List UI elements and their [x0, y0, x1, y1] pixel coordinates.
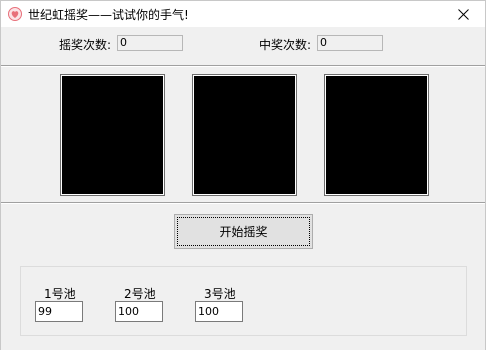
- start-spin-button[interactable]: 开始摇奖: [174, 214, 313, 249]
- win-count-label: 中奖次数:: [259, 38, 312, 52]
- top-separator: [1, 65, 485, 67]
- app-window: 世纪虹摇奖——试试你的手气! 摇奖次数: 0 中奖次数: 0 开始摇奖 1号池 …: [0, 0, 486, 350]
- close-icon: [457, 8, 469, 20]
- reel-2: [193, 75, 296, 195]
- window-title: 世纪虹摇奖——试试你的手气!: [28, 8, 189, 22]
- title-bar[interactable]: 世纪虹摇奖——试试你的手气!: [1, 1, 485, 27]
- pool-1-input[interactable]: 99: [35, 301, 83, 322]
- pool-1-label: 1号池: [44, 287, 76, 301]
- reel-3: [325, 75, 428, 195]
- client-area: 摇奖次数: 0 中奖次数: 0 开始摇奖 1号池 99 2号池 100 3号池 …: [1, 27, 485, 350]
- start-spin-label: 开始摇奖: [219, 225, 268, 239]
- heart-icon: [8, 7, 22, 21]
- spin-count-field: 0: [117, 35, 183, 51]
- pool-2-label: 2号池: [124, 287, 156, 301]
- pool-2-input[interactable]: 100: [115, 301, 163, 322]
- spin-count-label: 摇奖次数:: [59, 38, 112, 52]
- win-count-field: 0: [317, 35, 383, 51]
- middle-separator: [1, 202, 485, 204]
- reel-1: [61, 75, 164, 195]
- close-button[interactable]: [441, 1, 485, 27]
- pool-3-input[interactable]: 100: [195, 301, 243, 322]
- pool-3-label: 3号池: [204, 287, 236, 301]
- pool-groupbox: [20, 266, 467, 336]
